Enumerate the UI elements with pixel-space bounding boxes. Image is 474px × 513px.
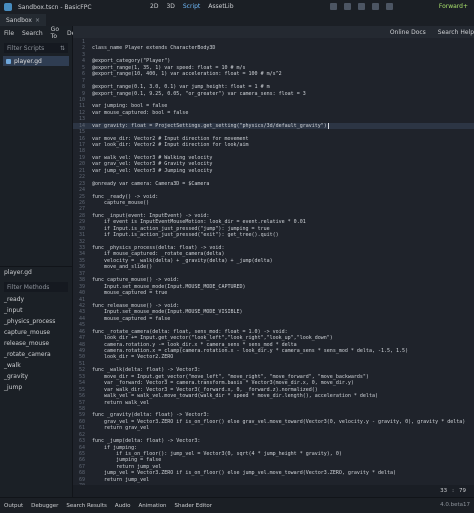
code-text: @export_range(10, 400, 1) var accelerati… bbox=[92, 71, 282, 78]
code-text: class_name Player extends CharacterBody3… bbox=[92, 45, 216, 52]
movie-icon[interactable] bbox=[386, 3, 393, 10]
code-text: return grav_vel bbox=[92, 425, 150, 432]
script-file-icon bbox=[6, 58, 11, 64]
methods-title: player.gd bbox=[4, 269, 32, 276]
online-docs-button[interactable]: Online Docs bbox=[390, 29, 426, 36]
mode-assetlib[interactable]: AssetLib bbox=[208, 3, 233, 10]
renderer-selector[interactable]: Forward+ bbox=[439, 3, 468, 10]
text-cursor bbox=[327, 122, 329, 129]
mode-3d[interactable]: 3D bbox=[166, 3, 174, 10]
script-item-player[interactable]: player.gd bbox=[3, 56, 69, 66]
method-item[interactable]: _input bbox=[4, 305, 55, 316]
tab-label: Sandbox bbox=[6, 16, 32, 24]
tab-search-results[interactable]: Search Results bbox=[66, 503, 107, 509]
code-text: mouse_captured = true bbox=[92, 290, 168, 297]
top-bar: Sandbox.tscn - BasicFPC 2D 3D Script Ass… bbox=[0, 0, 474, 14]
script-item-label: player.gd bbox=[14, 57, 42, 65]
mode-2d[interactable]: 2D bbox=[150, 3, 158, 10]
method-item[interactable]: capture_mouse bbox=[4, 327, 55, 338]
code-text: move_and_slide() bbox=[92, 264, 153, 271]
version-label: 4.0.beta17 bbox=[440, 502, 470, 508]
method-item[interactable]: _physics_process bbox=[4, 316, 55, 327]
line-number: 33 bbox=[440, 488, 448, 494]
editor-toolbar: Online Docs Search Help bbox=[73, 26, 474, 38]
filter-methods-input[interactable]: Filter Methods bbox=[4, 282, 68, 292]
tab-animation[interactable]: Animation bbox=[139, 503, 167, 509]
godot-logo-icon bbox=[4, 3, 12, 11]
script-list-panel: File Search Go To Debug Filter Scripts ⇅… bbox=[0, 26, 87, 497]
method-item[interactable]: _rotate_camera bbox=[4, 349, 55, 360]
code-text: look_dir = Vector2.ZERO bbox=[92, 354, 174, 361]
code-text: var mouse_captured: bool = false bbox=[92, 109, 189, 116]
filter-scripts-input[interactable]: Filter Scripts ⇅ bbox=[4, 43, 68, 53]
menu-search[interactable]: Search bbox=[22, 30, 43, 37]
tab-audio[interactable]: Audio bbox=[115, 503, 131, 509]
bottom-panel-tabs: Output Debugger Search Results Audio Ani… bbox=[0, 497, 474, 513]
tab-debugger[interactable]: Debugger bbox=[31, 503, 58, 509]
tab-sandbox[interactable]: Sandbox × bbox=[0, 14, 46, 26]
code-text: var look_dir: Vector2 # Input direction … bbox=[92, 142, 249, 148]
script-menu: File Search Go To Debug bbox=[0, 26, 87, 40]
code-editor: Online Docs Search Help 1 2 class_name Pla… bbox=[73, 26, 474, 497]
tab-shader-editor[interactable]: Shader Editor bbox=[175, 503, 213, 509]
run-controls bbox=[330, 3, 393, 10]
method-item[interactable]: _walk bbox=[4, 360, 55, 371]
close-icon[interactable]: × bbox=[35, 17, 40, 24]
play-icon[interactable] bbox=[330, 3, 337, 10]
code-text: return walk_vel bbox=[92, 399, 150, 406]
filter-scripts-placeholder: Filter Scripts bbox=[7, 44, 45, 52]
pause-icon[interactable] bbox=[344, 3, 351, 10]
code-text: return jump_vel bbox=[92, 476, 150, 483]
code-text: capture_mouse() bbox=[92, 199, 150, 206]
method-item[interactable]: release_mouse bbox=[4, 338, 55, 349]
menu-goto[interactable]: Go To bbox=[51, 26, 59, 40]
code-text: if Input.is_action_just_pressed("exit"):… bbox=[92, 232, 279, 239]
code-area[interactable]: 1 2 class_name Player extends CharacterBod… bbox=[73, 39, 474, 485]
editor-status-bar: 33 : 79 bbox=[73, 485, 474, 497]
method-item[interactable]: _gravity bbox=[4, 371, 55, 382]
panel-divider bbox=[0, 266, 72, 267]
mode-script[interactable]: Script bbox=[183, 3, 200, 10]
code-text: @export_range(0.1, 9.25, 0.05, "or_great… bbox=[92, 90, 306, 97]
editor-modes: 2D 3D Script AssetLib bbox=[150, 3, 234, 10]
menu-file[interactable]: File bbox=[4, 30, 14, 37]
method-list: _ready _input _physics_process capture_mous… bbox=[4, 294, 55, 393]
scene-tabs: Sandbox × bbox=[0, 14, 474, 26]
separator: : bbox=[452, 488, 454, 494]
column-number: 79 bbox=[459, 488, 466, 494]
play-scene-icon[interactable] bbox=[372, 3, 379, 10]
stop-icon[interactable] bbox=[358, 3, 365, 10]
code-text: mouse_captured = false bbox=[92, 315, 171, 322]
code-text: var gravity: float = ProjectSettings.get… bbox=[92, 122, 327, 129]
method-item[interactable]: _ready bbox=[4, 294, 55, 305]
search-help-button[interactable]: Search Help bbox=[438, 29, 474, 36]
sort-icon[interactable]: ⇅ bbox=[60, 45, 65, 52]
tab-output[interactable]: Output bbox=[4, 503, 23, 509]
code-text: var jump_vel: Vector3 # Jumping velocity bbox=[92, 167, 213, 174]
window-title: Sandbox.tscn - BasicFPC bbox=[18, 3, 92, 11]
code-text: @onready var camera: Camera3D = $Camera bbox=[92, 180, 210, 187]
method-item[interactable]: _jump bbox=[4, 382, 55, 393]
